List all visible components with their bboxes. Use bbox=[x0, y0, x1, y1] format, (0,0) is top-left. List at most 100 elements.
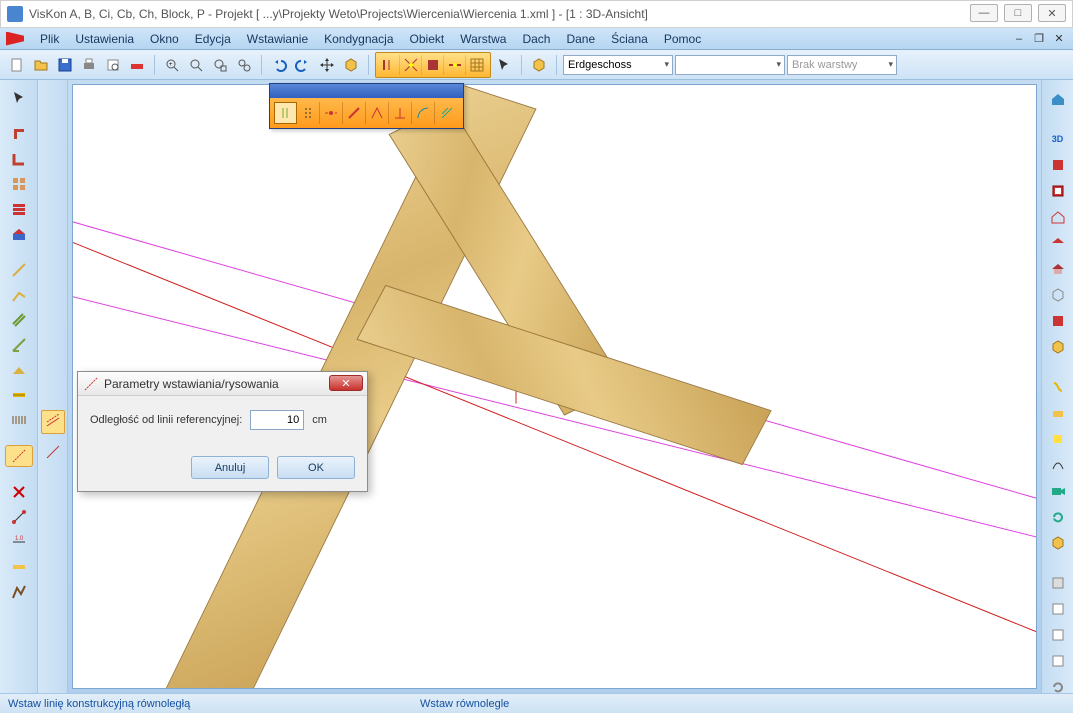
secondary-dropdown[interactable] bbox=[675, 55, 785, 75]
dialog-ok-button[interactable]: OK bbox=[277, 456, 355, 479]
floating-toolbar-titlebar[interactable] bbox=[270, 84, 463, 98]
view-iso-1-button[interactable] bbox=[1046, 232, 1070, 254]
view-iso-2-button[interactable] bbox=[1046, 258, 1070, 280]
reload-button[interactable] bbox=[1046, 506, 1070, 528]
diagonal-line-mode-button[interactable] bbox=[41, 440, 65, 464]
dialog-titlebar[interactable]: Parametry wstawiania/rysowania ✕ bbox=[78, 372, 367, 396]
menu-layer[interactable]: Warstwa bbox=[452, 30, 514, 48]
construction-line-tool-button[interactable] bbox=[5, 445, 33, 467]
corner-tool-button[interactable] bbox=[5, 148, 33, 170]
select-tool-button[interactable] bbox=[5, 87, 33, 109]
zoom-fit-button[interactable] bbox=[233, 54, 255, 76]
layer-toggle-2-button[interactable] bbox=[1046, 598, 1070, 620]
menu-file[interactable]: Plik bbox=[32, 30, 67, 48]
box-3d-button[interactable] bbox=[528, 54, 550, 76]
hatching-tool-button[interactable] bbox=[5, 409, 33, 431]
beam-tool-button[interactable] bbox=[5, 384, 33, 406]
cube-view-button[interactable] bbox=[340, 54, 362, 76]
snap-grid-button[interactable] bbox=[466, 55, 488, 75]
view-side-button[interactable] bbox=[1046, 180, 1070, 202]
line-tool-2-button[interactable] bbox=[5, 284, 33, 306]
undo-button[interactable] bbox=[268, 54, 290, 76]
shape-highlight-button[interactable] bbox=[1046, 402, 1070, 424]
profile-tool-button[interactable] bbox=[5, 123, 33, 145]
grid-tool-button[interactable] bbox=[5, 173, 33, 195]
roof-tool-button[interactable] bbox=[5, 359, 33, 381]
menu-insert[interactable]: Wstawianie bbox=[239, 30, 316, 48]
edge-tool-button[interactable] bbox=[5, 334, 33, 356]
cursor-button[interactable] bbox=[493, 54, 515, 76]
stack-tool-button[interactable] bbox=[5, 198, 33, 220]
view-3d-button[interactable]: 3D bbox=[1046, 128, 1070, 150]
distance-input[interactable] bbox=[250, 410, 304, 430]
delete-tool-button[interactable] bbox=[5, 481, 33, 503]
parallel-line-mode-button[interactable] bbox=[41, 410, 65, 434]
window-close-button[interactable]: ✕ bbox=[1038, 4, 1066, 22]
float-tool-offset-button[interactable] bbox=[435, 102, 458, 124]
mdi-restore-button[interactable]: ❐ bbox=[1031, 32, 1047, 46]
menu-object[interactable]: Obiekt bbox=[402, 30, 453, 48]
line-tool-3-button[interactable] bbox=[5, 309, 33, 331]
zoom-out-button[interactable] bbox=[185, 54, 207, 76]
shape-curve-button[interactable] bbox=[1046, 454, 1070, 476]
layer-toggle-4-button[interactable] bbox=[1046, 650, 1070, 672]
view-top-button[interactable] bbox=[1046, 206, 1070, 228]
float-tool-arc-button[interactable] bbox=[412, 102, 435, 124]
float-tool-angle-button[interactable] bbox=[366, 102, 389, 124]
menu-edit[interactable]: Edycja bbox=[187, 30, 239, 48]
floor-dropdown[interactable]: Erdgeschoss bbox=[563, 55, 673, 75]
view-hidden-button[interactable] bbox=[1046, 336, 1070, 358]
menu-data[interactable]: Dane bbox=[558, 30, 603, 48]
view-front-button[interactable] bbox=[1046, 154, 1070, 176]
float-tool-dashed-button[interactable] bbox=[297, 102, 320, 124]
dialog-cancel-button[interactable]: Anuluj bbox=[191, 456, 269, 479]
save-button[interactable] bbox=[54, 54, 76, 76]
snap-edge-button[interactable] bbox=[422, 55, 444, 75]
move-button[interactable] bbox=[316, 54, 338, 76]
dialog-close-button[interactable]: ✕ bbox=[329, 375, 363, 391]
redo-button[interactable] bbox=[292, 54, 314, 76]
mdi-close-button[interactable]: ✕ bbox=[1051, 32, 1067, 46]
print-button[interactable] bbox=[78, 54, 100, 76]
float-tool-point-button[interactable] bbox=[320, 102, 343, 124]
shape-box-button[interactable] bbox=[1046, 428, 1070, 450]
window-maximize-button[interactable]: □ bbox=[1004, 4, 1032, 22]
snap-midpoint-button[interactable] bbox=[444, 55, 466, 75]
menu-settings[interactable]: Ustawienia bbox=[67, 30, 142, 48]
menu-window[interactable]: Okno bbox=[142, 30, 187, 48]
float-tool-perp-button[interactable] bbox=[389, 102, 412, 124]
window-minimize-button[interactable]: — bbox=[970, 4, 998, 22]
menu-wall[interactable]: Ściana bbox=[603, 30, 656, 48]
layer-toggle-1-button[interactable] bbox=[1046, 572, 1070, 594]
new-file-button[interactable] bbox=[6, 54, 28, 76]
marker-tool-button[interactable] bbox=[5, 556, 33, 578]
menu-roof[interactable]: Dach bbox=[514, 30, 558, 48]
dimension-tool-button[interactable]: 1.0 bbox=[5, 531, 33, 553]
view-home-button[interactable] bbox=[1046, 88, 1070, 110]
measure-tool-button[interactable] bbox=[5, 506, 33, 528]
float-tool-parallel-button[interactable] bbox=[274, 102, 297, 124]
texture-tool-button[interactable] bbox=[5, 581, 33, 603]
view-iso-3-button[interactable] bbox=[1046, 284, 1070, 306]
menu-help[interactable]: Pomoc bbox=[656, 30, 709, 48]
layer-toggle-3-button[interactable] bbox=[1046, 624, 1070, 646]
house-tool-button[interactable] bbox=[5, 223, 33, 245]
zoom-in-button[interactable]: + bbox=[161, 54, 183, 76]
menu-storey[interactable]: Kondygnacja bbox=[316, 30, 401, 48]
plot-button[interactable] bbox=[126, 54, 148, 76]
floating-snap-toolbar[interactable] bbox=[269, 83, 464, 129]
snap-intersection-button[interactable] bbox=[400, 55, 422, 75]
shape-circle-button[interactable] bbox=[1046, 376, 1070, 398]
snap-endpoint-button[interactable] bbox=[378, 55, 400, 75]
layer-dropdown-value: Brak warstwy bbox=[792, 59, 857, 71]
float-tool-line-button[interactable] bbox=[343, 102, 366, 124]
zoom-window-button[interactable] bbox=[209, 54, 231, 76]
mdi-minimize-button[interactable]: – bbox=[1011, 32, 1027, 46]
line-tool-1-button[interactable] bbox=[5, 259, 33, 281]
view-wireframe-button[interactable] bbox=[1046, 310, 1070, 332]
open-file-button[interactable] bbox=[30, 54, 52, 76]
layer-dropdown[interactable]: Brak warstwy bbox=[787, 55, 897, 75]
box-open-button[interactable] bbox=[1046, 532, 1070, 554]
camera-button[interactable] bbox=[1046, 480, 1070, 502]
print-preview-button[interactable] bbox=[102, 54, 124, 76]
